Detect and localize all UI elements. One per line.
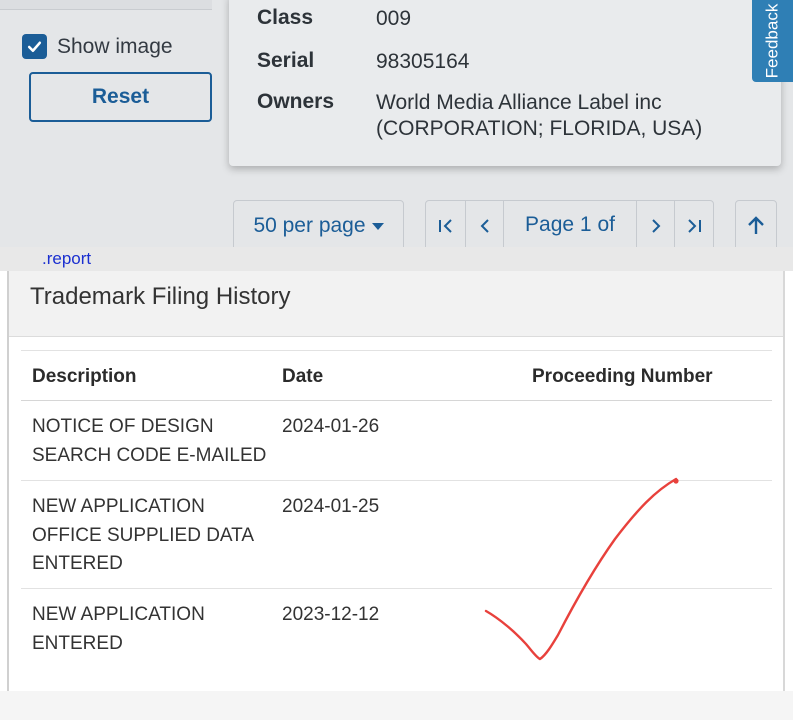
show-image-label: Show image xyxy=(57,34,173,58)
section-header: Trademark Filing History xyxy=(9,271,783,337)
row-date: 2024-01-26 xyxy=(282,416,380,437)
per-page-dropdown[interactable]: 50 per page xyxy=(233,200,404,247)
filing-history-section: .report Trademark Filing History Descrip… xyxy=(0,247,793,720)
owners-value: World Media Alliance Label inc (CORPORAT… xyxy=(376,90,702,142)
feedback-tab[interactable]: Feedback xyxy=(752,0,793,82)
column-header-proceeding: Proceeding Number xyxy=(532,366,713,387)
caret-down-icon xyxy=(371,222,384,230)
table-row: NEW APPLICATION OFFICE SUPPLIED DATA ENT… xyxy=(21,481,772,589)
row-date: 2024-01-25 xyxy=(282,496,380,517)
reset-button[interactable]: Reset xyxy=(29,72,212,122)
search-results-panel: Show image Reset Class 009 Serial 983051… xyxy=(0,0,793,247)
last-page-icon xyxy=(688,219,701,233)
filter-panel-edge xyxy=(0,0,212,10)
serial-value: 98305164 xyxy=(376,50,470,73)
last-page-button[interactable] xyxy=(675,201,713,247)
show-image-toggle[interactable]: Show image xyxy=(22,34,173,59)
first-page-button[interactable] xyxy=(426,201,466,247)
chevron-left-icon xyxy=(480,219,489,233)
column-header-date: Date xyxy=(282,366,324,387)
row-description: NEW APPLICATION ENTERED xyxy=(32,601,272,658)
arrow-up-icon xyxy=(748,216,764,234)
serial-label: Serial xyxy=(257,49,315,72)
per-page-label: 50 per page xyxy=(253,214,366,237)
report-link[interactable]: .report xyxy=(42,249,91,269)
filing-history-table: Description Date Proceeding Number NOTIC… xyxy=(21,350,772,679)
row-description-line: NOTICE OF DESIGN xyxy=(32,416,214,437)
class-value: 009 xyxy=(376,7,412,30)
table-row: NOTICE OF DESIGN SEARCH CODE E-MAILED 20… xyxy=(21,401,772,481)
row-description-line: ENTERED xyxy=(32,632,123,654)
chevron-right-icon xyxy=(651,219,660,233)
row-description-line: ENTERED xyxy=(32,553,123,574)
scroll-top-button[interactable] xyxy=(735,200,777,247)
report-bar: .report xyxy=(0,247,793,271)
row-description: NOTICE OF DESIGN SEARCH CODE E-MAILED xyxy=(32,413,272,470)
pagination-group: Page 1 of xyxy=(425,200,714,247)
row-description-line: NEW APPLICATION xyxy=(32,604,205,625)
owners-value-line2: (CORPORATION; FLORIDA, USA) xyxy=(376,117,703,140)
page-footer-strip xyxy=(0,691,793,720)
feedback-label: Feedback xyxy=(762,3,782,79)
class-label: Class xyxy=(257,6,314,29)
show-image-checkbox[interactable] xyxy=(22,34,47,59)
column-header-description: Description xyxy=(32,366,137,387)
page-indicator-label: Page 1 of xyxy=(525,213,615,236)
table-header-row: Description Date Proceeding Number xyxy=(21,350,772,401)
row-description-line: NEW APPLICATION xyxy=(32,496,205,517)
row-description-line: SEARCH CODE E-MAILED xyxy=(32,444,267,466)
prev-page-button[interactable] xyxy=(466,201,504,247)
table-row: NEW APPLICATION ENTERED 2023-12-12 xyxy=(21,589,772,679)
result-card[interactable]: Class 009 Serial 98305164 Owners World M… xyxy=(229,0,781,166)
row-description-line: OFFICE SUPPLIED DATA xyxy=(32,524,255,546)
row-description: NEW APPLICATION OFFICE SUPPLIED DATA ENT… xyxy=(32,493,272,579)
page-indicator: Page 1 of xyxy=(504,201,637,247)
first-page-icon xyxy=(438,219,452,233)
row-date: 2023-12-12 xyxy=(282,604,380,625)
owners-label: Owners xyxy=(257,90,335,113)
owners-value-line1: World Media Alliance Label inc xyxy=(376,91,662,114)
checkmark-icon xyxy=(27,41,42,53)
right-border xyxy=(783,271,785,691)
section-title: Trademark Filing History xyxy=(30,283,291,310)
next-page-button[interactable] xyxy=(637,201,675,247)
